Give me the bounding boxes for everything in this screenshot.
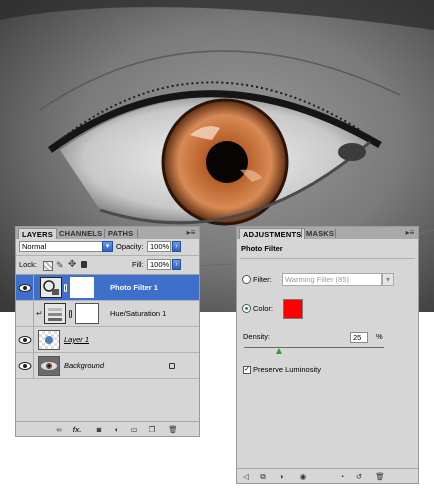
fx-icon[interactable]: fx.	[72, 425, 82, 434]
lock-position-icon[interactable]: ✥	[68, 259, 76, 270]
color-radio[interactable]	[242, 304, 251, 313]
layer-thumbnail	[38, 330, 60, 350]
mask-icon[interactable]: ◙	[94, 425, 104, 434]
previous-state-icon[interactable]: ◔	[337, 472, 347, 481]
layer-mask-thumbnail[interactable]	[75, 303, 99, 324]
tab-paths[interactable]: PATHS	[105, 228, 136, 239]
fill-input[interactable]: 100%	[147, 259, 171, 270]
clip-icon[interactable]: ⧉	[258, 472, 268, 481]
link-icon[interactable]: ∞	[54, 425, 64, 434]
opacity-label: Opacity:	[116, 242, 144, 251]
layers-tab-bar: LAYERS CHANNELS PATHS ▸≡	[16, 227, 199, 239]
filter-label: Filter:	[253, 275, 272, 284]
layer-row-layer-1[interactable]: Layer 1	[16, 327, 199, 353]
clip-arrow-icon: ↵	[36, 309, 43, 318]
visibility-eye-icon[interactable]	[18, 359, 32, 373]
link-chain-icon[interactable]	[69, 310, 72, 318]
lock-all-icon[interactable]	[81, 261, 87, 268]
filter-value: Warming Filter (85)	[285, 275, 349, 284]
density-input[interactable]: 25	[350, 332, 368, 343]
filter-radio[interactable]	[242, 275, 251, 284]
adjustments-tab-bar: ADJUSTMENTS MASKS ▸≡	[237, 227, 418, 239]
lock-icon	[169, 363, 175, 369]
opacity-input[interactable]: 100%	[147, 241, 171, 252]
density-slider-thumb[interactable]	[276, 348, 282, 354]
trash-icon[interactable]: 🗑	[375, 472, 385, 481]
lock-label: Lock:	[19, 260, 37, 269]
color-label: Color:	[253, 304, 274, 313]
blend-mode-value: Normal	[22, 242, 47, 251]
fill-label: Fill:	[132, 260, 144, 269]
density-label: Density:	[243, 332, 271, 341]
filter-select[interactable]: Warming Filter (85)	[282, 273, 382, 286]
blend-mode-select[interactable]: Normal	[19, 241, 113, 252]
tab-layers[interactable]: LAYERS	[18, 228, 57, 239]
tab-channels[interactable]: CHANNELS	[56, 228, 105, 239]
blend-mode-dropdown-icon[interactable]: ▾	[102, 241, 113, 252]
adjustments-panel: ADJUSTMENTS MASKS ▸≡ Photo Filter Filter…	[236, 226, 419, 484]
layer-row-photo-filter[interactable]: Photo Filter 1	[16, 275, 199, 301]
layers-panel: LAYERS CHANNELS PATHS ▸≡ Normal ▾ Opacit…	[15, 226, 200, 437]
layer-name[interactable]: Background	[64, 360, 104, 371]
opacity-slider-icon[interactable]: ›	[172, 241, 181, 252]
adjustment-title: Photo Filter	[241, 244, 283, 253]
adjustment-layer-icon	[44, 303, 66, 324]
folder-icon[interactable]: ▭	[129, 425, 139, 434]
link-chain-icon[interactable]	[64, 284, 67, 292]
panel-menu-icon[interactable]: ▸≡	[186, 228, 196, 238]
fill-slider-icon[interactable]: ›	[172, 259, 181, 270]
layer-row-hue-saturation[interactable]: ↵ Hue/Saturation 1	[16, 301, 199, 327]
adjustment-icon[interactable]: ◐	[112, 425, 122, 434]
tab-masks[interactable]: MASKS	[303, 228, 337, 239]
visibility-eye-icon[interactable]	[18, 281, 32, 295]
visibility-icon[interactable]: ◑	[276, 472, 286, 481]
layer-name[interactable]: Hue/Saturation 1	[110, 308, 166, 319]
preserve-luminosity-checkbox[interactable]: ✓	[243, 366, 251, 374]
lock-image-icon[interactable]: ✎	[56, 260, 64, 271]
adjustments-bottom-toolbar: ◁ ⧉ ◑ ◉ ◔ ↺ 🗑	[237, 468, 418, 483]
filter-dropdown-icon[interactable]: ▾	[382, 273, 394, 286]
visibility-eye-icon[interactable]	[18, 333, 32, 347]
layer-mask-thumbnail[interactable]	[70, 277, 94, 298]
panel-menu-icon[interactable]: ▸≡	[405, 228, 415, 238]
layer-thumbnail	[38, 356, 60, 376]
reset-icon[interactable]: ↺	[354, 472, 364, 481]
lock-transparent-icon[interactable]	[43, 261, 53, 271]
eye-icon[interactable]: ◉	[298, 472, 308, 481]
layer-name[interactable]: Photo Filter 1	[110, 282, 158, 293]
trash-icon[interactable]: 🗑	[168, 425, 178, 434]
color-swatch[interactable]	[283, 299, 303, 319]
back-arrow-icon[interactable]: ◁	[241, 472, 251, 481]
adjustment-layer-icon	[40, 277, 62, 298]
tab-adjustments[interactable]: ADJUSTMENTS	[239, 228, 306, 239]
density-unit: %	[376, 332, 383, 341]
density-slider-track[interactable]	[244, 347, 384, 348]
layers-bottom-toolbar: ∞ fx. ◙ ◐ ▭ ❐ 🗑	[16, 421, 199, 436]
preserve-luminosity-label: Preserve Luminosity	[253, 365, 321, 374]
layer-row-background[interactable]: Background	[16, 353, 199, 379]
new-layer-icon[interactable]: ❐	[147, 425, 157, 434]
layer-name[interactable]: Layer 1	[64, 334, 89, 345]
